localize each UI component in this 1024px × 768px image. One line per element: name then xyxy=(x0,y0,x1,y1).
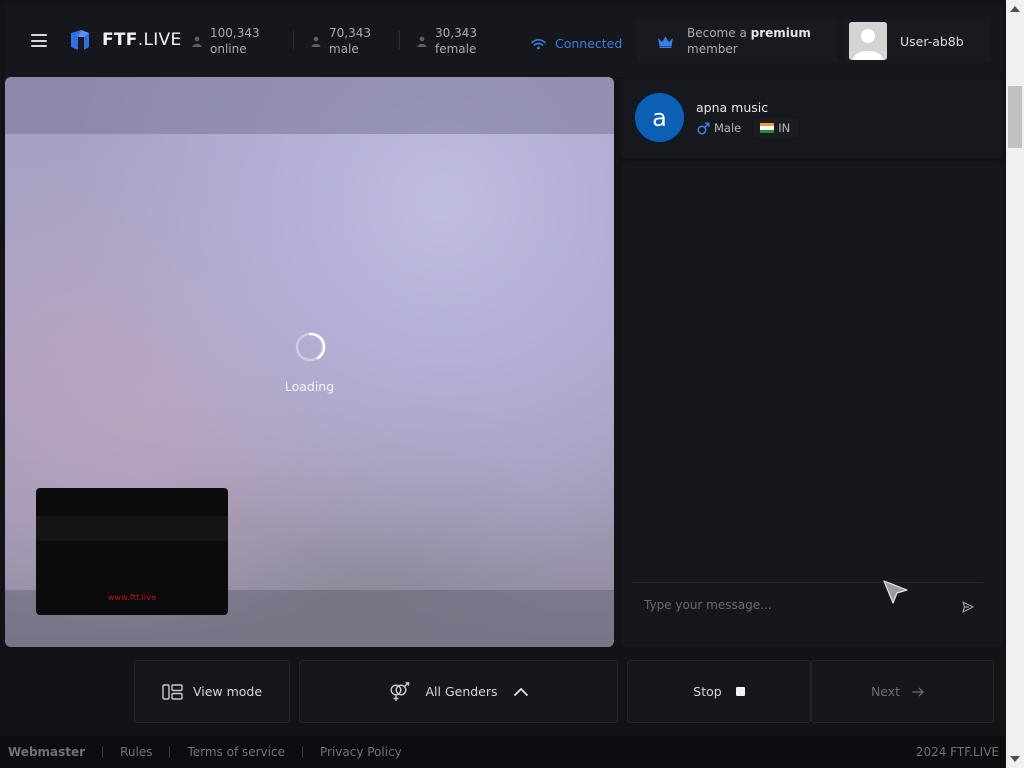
online-count: 100,343 xyxy=(210,26,260,40)
page-scrollbar[interactable] xyxy=(1006,0,1024,768)
india-flag-icon xyxy=(760,123,775,133)
connection-status: Connected xyxy=(531,36,622,51)
premium-suffix: member xyxy=(687,42,738,56)
footer: Webmaster Rules Terms of service Privacy… xyxy=(0,736,1005,768)
next-button[interactable]: Next xyxy=(811,660,994,723)
footer-link-terms[interactable]: Terms of service xyxy=(187,745,285,759)
chevron-up-icon xyxy=(513,687,528,696)
view-mode-button[interactable]: View mode xyxy=(134,660,290,723)
scroll-up-icon[interactable] xyxy=(1010,6,1020,12)
stat-female: 30,343 female xyxy=(417,25,477,57)
partner-avatar: a xyxy=(635,93,684,142)
stat-online: 100,343 online xyxy=(192,25,260,57)
person-icon xyxy=(417,36,427,47)
stat-male: 70,343 male xyxy=(311,25,371,57)
page: FTF.LIVE 100,343 online 70,343 male 30,343… xyxy=(0,0,1024,768)
stop-label: Stop xyxy=(693,684,722,699)
loading-text: Loading xyxy=(284,379,335,394)
logo-text: FTF.LIVE xyxy=(102,30,182,50)
person-icon xyxy=(311,36,321,47)
gender-icon xyxy=(390,681,410,701)
online-label: online xyxy=(210,42,247,56)
video-band xyxy=(5,77,614,134)
pointer-cursor-icon xyxy=(883,580,908,604)
male-count: 70,343 xyxy=(329,26,371,40)
user-avatar-icon xyxy=(849,22,887,60)
footer-link-privacy[interactable]: Privacy Policy xyxy=(320,745,402,759)
send-icon[interactable] xyxy=(961,600,975,614)
gender-filter-label: All Genders xyxy=(425,684,498,699)
connection-label: Connected xyxy=(555,36,623,51)
footer-link-webmaster[interactable]: Webmaster xyxy=(8,745,85,759)
premium-button[interactable]: Become a premium member xyxy=(637,20,837,62)
partner-video: Loading www.ftf.live xyxy=(5,77,614,647)
view-mode-label: View mode xyxy=(192,684,263,699)
divider xyxy=(301,746,303,758)
female-count: 30,343 xyxy=(435,26,477,40)
gender-filter-button[interactable]: All Genders xyxy=(299,660,618,723)
username: User-ab8b xyxy=(900,33,964,49)
crown-icon xyxy=(658,36,673,48)
gender-label: Male xyxy=(714,121,742,135)
country-label: IN xyxy=(778,121,791,135)
gender-tag: Male xyxy=(694,119,746,137)
chat-input-row xyxy=(631,582,983,632)
female-label: female xyxy=(435,42,477,56)
country-tag: IN xyxy=(754,119,799,137)
control-bar: View mode All Genders Stop Next xyxy=(0,650,1024,730)
scrollbar-thumb[interactable] xyxy=(1008,86,1022,148)
premium-prefix: Become a xyxy=(687,26,751,40)
male-icon xyxy=(697,121,710,135)
partner-name: apna music xyxy=(696,100,769,115)
self-video-preview[interactable]: www.ftf.live xyxy=(36,488,228,615)
divider xyxy=(169,746,171,758)
person-icon xyxy=(192,36,202,47)
logo-icon xyxy=(71,30,89,50)
divider xyxy=(399,31,400,49)
logo[interactable]: FTF.LIVE xyxy=(69,29,182,51)
divider xyxy=(102,746,104,758)
premium-bold: premium xyxy=(750,26,811,40)
watermark: www.ftf.live xyxy=(107,593,157,602)
menu-icon[interactable] xyxy=(31,34,47,47)
wifi-icon xyxy=(531,38,546,49)
top-header: FTF.LIVE 100,343 online 70,343 male 30,343… xyxy=(5,5,1003,77)
view-mode-icon xyxy=(162,683,183,700)
scroll-down-icon[interactable] xyxy=(1010,756,1020,762)
user-menu[interactable]: User-ab8b xyxy=(845,20,990,62)
chat-panel xyxy=(621,162,1003,647)
arrow-right-icon xyxy=(912,687,924,696)
partner-card: a apna music Male IN xyxy=(621,78,1003,158)
divider xyxy=(293,31,294,49)
stop-button[interactable]: Stop xyxy=(627,660,811,723)
male-label: male xyxy=(329,42,359,56)
stop-icon xyxy=(735,687,745,696)
loading-spinner xyxy=(295,332,326,362)
footer-link-rules[interactable]: Rules xyxy=(120,745,152,759)
next-label: Next xyxy=(870,684,901,699)
copyright: 2024 FTF.LIVE xyxy=(915,745,999,759)
